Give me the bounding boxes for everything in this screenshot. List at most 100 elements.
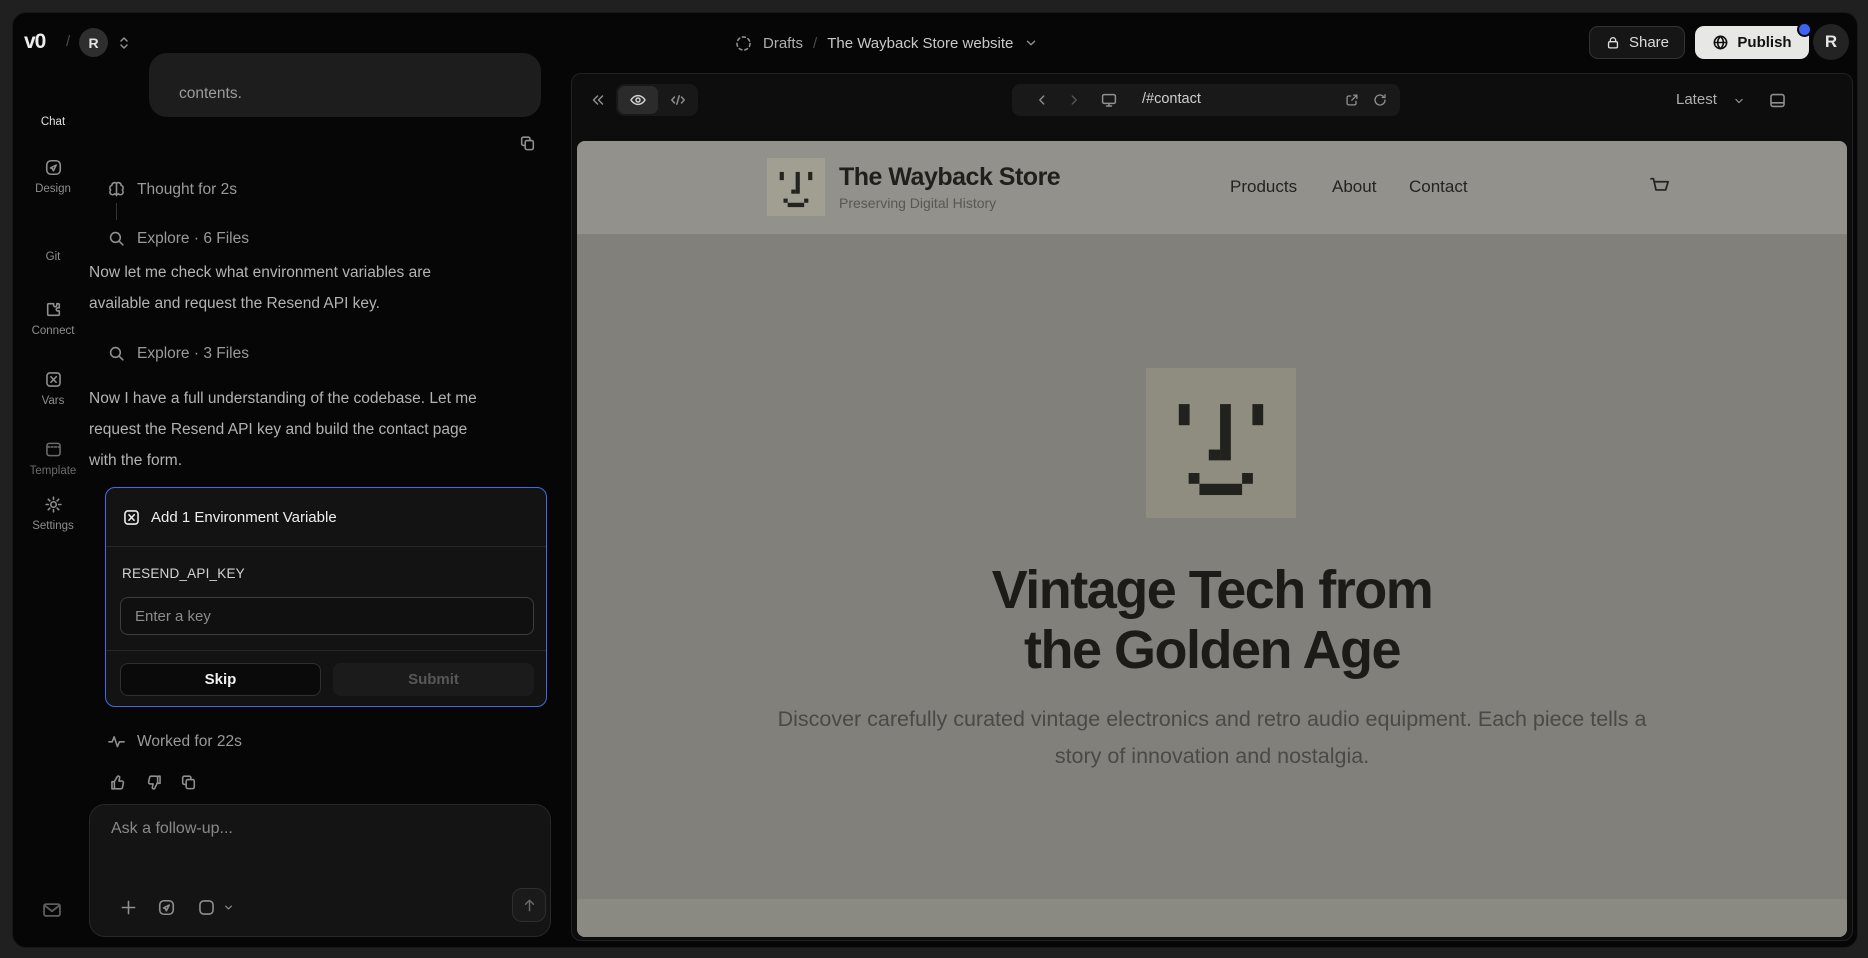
- sidebar-item-label: Chat: [41, 116, 65, 128]
- more-options-icon[interactable]: [1804, 91, 1823, 110]
- preview-url-bar[interactable]: /#contact: [1012, 84, 1400, 116]
- user-message-text: contents.: [179, 85, 242, 103]
- hero-pixel-face: [1146, 368, 1296, 518]
- site-next-section: [577, 899, 1847, 937]
- connector-line: [116, 203, 117, 220]
- publish-notification-dot: [1797, 22, 1812, 37]
- open-external-icon[interactable]: [1344, 92, 1360, 108]
- site-preview: The Wayback Store Preserving Digital His…: [577, 141, 1847, 937]
- send-button[interactable]: [512, 888, 546, 922]
- chevron-down-icon[interactable]: [1732, 94, 1746, 108]
- site-logo[interactable]: [767, 158, 825, 216]
- copy-icon[interactable]: [518, 134, 537, 153]
- copy-icon[interactable]: [179, 773, 198, 792]
- thumbs-up-icon[interactable]: [109, 773, 128, 792]
- assistant-message-1: Now let me check what environment variab…: [89, 257, 485, 319]
- globe-icon: [1712, 34, 1729, 51]
- sidebar-item-git[interactable]: Git: [13, 226, 93, 263]
- search-icon: [107, 229, 126, 248]
- sidebar-item-vars[interactable]: Vars: [13, 370, 93, 407]
- v0-app-window: v0 / R Drafts / The Wayback Store websit…: [12, 12, 1858, 948]
- breadcrumb-drafts[interactable]: Drafts: [763, 35, 803, 52]
- refresh-icon[interactable]: [1372, 92, 1388, 108]
- env-variable-name: RESEND_API_KEY: [122, 566, 245, 581]
- sidebar-item-label: Settings: [32, 520, 74, 532]
- sidebar-item-template[interactable]: Template: [13, 440, 93, 477]
- breadcrumb-project-title[interactable]: The Wayback Store website: [827, 35, 1013, 52]
- v0-logo[interactable]: v0: [24, 30, 45, 54]
- worked-row: Worked for 22s: [107, 732, 242, 751]
- forward-icon[interactable]: [1066, 92, 1082, 108]
- explore-row-6-files[interactable]: Explore · 6 Files: [107, 229, 249, 248]
- sidebar-item-connect[interactable]: Connect: [13, 300, 93, 337]
- divider: [106, 546, 546, 547]
- preview-mode-toggle: [616, 84, 698, 116]
- monitor-icon[interactable]: [1100, 91, 1118, 109]
- site-header: The Wayback Store Preserving Digital His…: [577, 141, 1847, 234]
- thought-row[interactable]: Thought for 2s: [107, 180, 237, 199]
- more-options-icon[interactable]: [214, 773, 233, 792]
- divider: [106, 650, 546, 651]
- hero-title-line-1: Vintage Tech from: [577, 560, 1847, 620]
- sidebar-item-settings[interactable]: Settings: [13, 495, 93, 532]
- code-view-toggle[interactable]: [658, 86, 698, 114]
- pixel-face-icon: [1146, 368, 1296, 518]
- search-icon: [107, 344, 126, 363]
- design-icon: [44, 158, 63, 177]
- collapse-panel-icon[interactable]: [589, 91, 607, 109]
- vars-icon: [122, 508, 141, 527]
- chevron-down-icon[interactable]: [222, 901, 235, 914]
- site-tagline: Preserving Digital History: [839, 195, 996, 211]
- back-icon[interactable]: [1034, 92, 1050, 108]
- hero-subtitle: Discover carefully curated vintage elect…: [752, 701, 1672, 775]
- brain-icon: [107, 180, 126, 199]
- nav-link-contact[interactable]: Contact: [1409, 177, 1468, 197]
- pixel-face-icon: [767, 158, 825, 216]
- plus-icon[interactable]: [119, 898, 138, 917]
- share-button[interactable]: Share: [1589, 26, 1685, 59]
- chevron-down-icon[interactable]: [1023, 35, 1039, 51]
- layout-panel-icon[interactable]: [1768, 91, 1787, 110]
- thought-label: Thought for 2s: [137, 181, 237, 199]
- skip-button[interactable]: Skip: [120, 663, 321, 696]
- sidebar-item-design[interactable]: Design: [13, 158, 93, 195]
- nav-link-about[interactable]: About: [1332, 177, 1376, 197]
- env-variable-dialog: Add 1 Environment Variable RESEND_API_KE…: [105, 487, 547, 707]
- cart-icon[interactable]: [1648, 175, 1672, 199]
- sidebar-item-label: Vars: [42, 395, 65, 407]
- feedback-row: [109, 773, 233, 792]
- chevrons-up-down-icon[interactable]: [115, 34, 133, 52]
- chat-bubble-icon: [44, 91, 63, 110]
- activity-pulse-icon: [107, 732, 126, 751]
- puzzle-icon: [44, 300, 63, 319]
- mail-icon[interactable]: [41, 899, 63, 921]
- team-avatar[interactable]: R: [79, 28, 108, 57]
- explore-row-3-files[interactable]: Explore · 3 Files: [107, 344, 249, 363]
- preview-eye-toggle[interactable]: [618, 86, 658, 114]
- code-icon: [669, 91, 687, 109]
- worked-label: Worked for 22s: [137, 733, 242, 751]
- thumbs-down-icon[interactable]: [144, 773, 163, 792]
- send-plane-icon[interactable]: [157, 898, 176, 917]
- user-avatar[interactable]: R: [1813, 24, 1849, 60]
- eye-icon: [629, 91, 647, 109]
- vars-icon: [44, 370, 63, 389]
- submit-button[interactable]: Submit: [333, 663, 534, 696]
- scan-target-icon[interactable]: [197, 898, 216, 917]
- nav-link-products[interactable]: Products: [1230, 177, 1297, 197]
- github-icon: [44, 226, 63, 245]
- publish-button[interactable]: Publish: [1695, 26, 1809, 59]
- drafts-dashed-circle-icon: [734, 34, 753, 53]
- lock-icon: [1605, 35, 1621, 51]
- hero-title: Vintage Tech from the Golden Age: [577, 560, 1847, 680]
- preview-url[interactable]: /#contact: [1142, 91, 1201, 107]
- followup-input[interactable]: [109, 819, 513, 839]
- env-key-input[interactable]: [120, 597, 534, 635]
- sidebar-item-label: Template: [30, 465, 77, 477]
- version-label[interactable]: Latest: [1676, 91, 1717, 108]
- site-brand[interactable]: The Wayback Store: [839, 163, 1060, 192]
- hero-title-line-2: the Golden Age: [577, 620, 1847, 680]
- sidebar-item-chat[interactable]: Chat: [13, 91, 93, 128]
- user-message-bubble: contents.: [149, 53, 541, 117]
- gear-icon: [44, 495, 63, 514]
